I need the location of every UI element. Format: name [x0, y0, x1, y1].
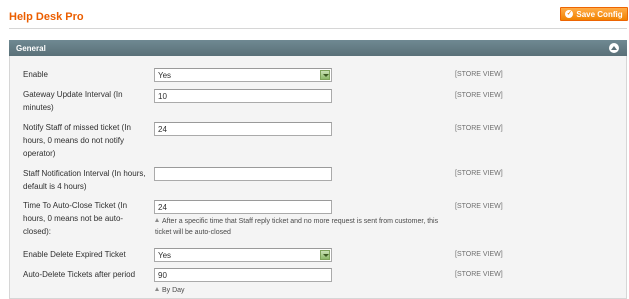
- gateway-update-interval-value: 10: [158, 91, 167, 101]
- save-config-label: Save Config: [576, 9, 623, 19]
- auto-delete-period-input[interactable]: 90: [154, 268, 332, 282]
- notify-staff-missed-value: 24: [158, 124, 167, 134]
- enable-delete-expired-value: Yes: [158, 250, 172, 260]
- auto-delete-period-value: 90: [158, 270, 167, 280]
- enable-delete-expired-scope: [STORE VIEW]: [455, 251, 503, 258]
- auto-close-ticket-label: Time To Auto-Close Ticket (In hours, 0 m…: [23, 201, 128, 236]
- gateway-update-interval-scope: [STORE VIEW]: [455, 92, 503, 99]
- fieldset-title: General: [16, 43, 46, 53]
- save-icon: ✓: [565, 10, 574, 18]
- note-arrow-icon: [155, 218, 159, 222]
- notify-staff-missed-label: Notify Staff of missed ticket (In hours,…: [23, 123, 131, 158]
- notify-staff-missed-input[interactable]: 24: [154, 122, 332, 136]
- gateway-update-interval-label: Gateway Update Interval (In minutes): [23, 90, 123, 112]
- auto-close-ticket-note-text: After a specific time that Staff reply t…: [155, 218, 439, 236]
- collapse-icon[interactable]: [609, 43, 619, 53]
- auto-delete-period-note: By Day: [155, 285, 185, 296]
- auto-delete-period-note-text: By Day: [162, 287, 185, 294]
- gateway-update-interval-input[interactable]: 10: [154, 89, 332, 103]
- note-arrow-icon: [155, 287, 159, 291]
- chevron-down-icon[interactable]: [320, 70, 330, 80]
- header-divider: [9, 28, 627, 29]
- enable-scope: [STORE VIEW]: [455, 71, 503, 78]
- auto-delete-period-scope: [STORE VIEW]: [455, 271, 503, 278]
- enable-label: Enable: [23, 70, 48, 79]
- general-fieldset-header[interactable]: General: [9, 40, 627, 56]
- enable-delete-expired-select[interactable]: Yes: [154, 248, 332, 262]
- staff-notification-interval-label: Staff Notification Interval (In hours, d…: [23, 169, 146, 191]
- auto-close-ticket-scope: [STORE VIEW]: [455, 203, 503, 210]
- enable-delete-expired-label: Enable Delete Expired Ticket: [23, 250, 126, 259]
- save-config-button[interactable]: ✓ Save Config: [560, 7, 628, 21]
- auto-close-ticket-input[interactable]: 24: [154, 200, 332, 214]
- staff-notification-interval-input[interactable]: [154, 167, 332, 181]
- enable-select-value: Yes: [158, 70, 172, 80]
- auto-close-ticket-value: 24: [158, 202, 167, 212]
- auto-delete-period-label: Auto-Delete Tickets after period: [23, 270, 136, 279]
- notify-staff-missed-scope: [STORE VIEW]: [455, 125, 503, 132]
- chevron-down-icon[interactable]: [320, 250, 330, 260]
- auto-close-ticket-note: After a specific time that Staff reply t…: [155, 216, 450, 238]
- page-title: Help Desk Pro: [9, 11, 84, 23]
- staff-notification-interval-scope: [STORE VIEW]: [455, 170, 503, 177]
- enable-select[interactable]: Yes: [154, 68, 332, 82]
